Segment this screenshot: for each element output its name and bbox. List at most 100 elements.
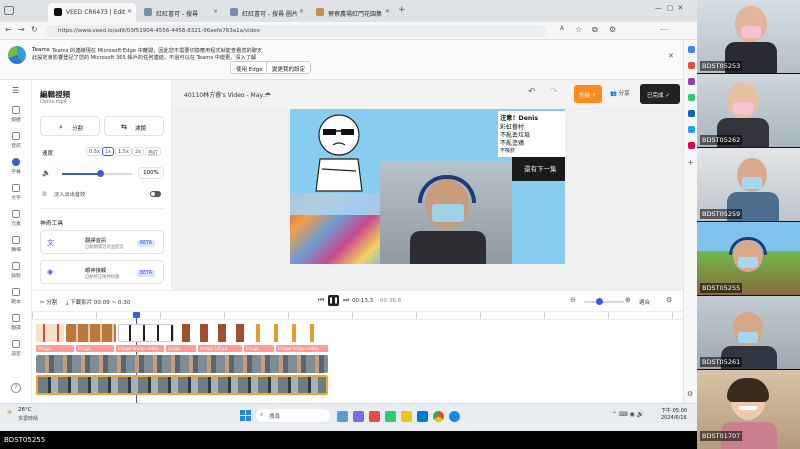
extensions-icon[interactable]: ⚙ bbox=[609, 25, 616, 34]
clip-label[interactable]: Image GIF.gif bbox=[198, 345, 242, 352]
close-icon[interactable]: ✕ bbox=[127, 8, 132, 15]
zoom-slider-handle[interactable] bbox=[596, 298, 603, 305]
profile-icon[interactable] bbox=[4, 6, 14, 15]
read-aloud-icon[interactable]: A bbox=[560, 25, 564, 32]
store-icon[interactable] bbox=[417, 411, 428, 422]
close-icon[interactable]: ✕ bbox=[385, 8, 390, 15]
eye-contact-tool[interactable]: ◉ 眼神接觸 自動修正眼神接觸 BETA bbox=[40, 260, 164, 284]
add-icon[interactable]: + bbox=[687, 158, 694, 167]
tab-search-2[interactable]: 紅紅書可 - 搜尋 圖片 ✕ bbox=[224, 3, 308, 22]
close-icon[interactable]: ✕ bbox=[299, 8, 304, 15]
favorite-icon[interactable]: ☆ bbox=[575, 25, 582, 34]
clock-time[interactable]: 下午 05:00 bbox=[661, 407, 687, 414]
redo-icon[interactable]: ↷ bbox=[550, 87, 558, 97]
tools-icon[interactable] bbox=[688, 78, 695, 85]
app-icon[interactable] bbox=[385, 411, 396, 422]
teams-icon[interactable] bbox=[353, 411, 364, 422]
drop-icon[interactable] bbox=[688, 142, 695, 149]
clock-date[interactable]: 2024/6/16 bbox=[661, 415, 687, 421]
system-tray-icons[interactable]: ⌃ ⌨ ◉ 🔊 bbox=[612, 411, 644, 418]
new-tab-icon[interactable]: + bbox=[398, 5, 406, 15]
close-icon[interactable]: ✕ bbox=[668, 52, 674, 60]
tab-veed[interactable]: VEED CR6473 | Edit ✕ bbox=[48, 3, 136, 22]
clip-image[interactable] bbox=[248, 324, 328, 342]
settings-icon[interactable]: ⚙ bbox=[687, 390, 693, 398]
split-tool[interactable]: ✂ 分割 bbox=[40, 298, 57, 306]
start-button[interactable] bbox=[240, 410, 251, 421]
rail-item-elements[interactable]: 元素 bbox=[0, 210, 32, 227]
rail-item-record[interactable]: 錄製 bbox=[0, 262, 32, 279]
shopping-icon[interactable] bbox=[688, 62, 695, 69]
change-settings-button[interactable]: 變更我的設定 bbox=[266, 61, 312, 74]
zoom-slider[interactable] bbox=[584, 298, 624, 305]
volume-slider[interactable] bbox=[62, 170, 132, 177]
hamburger-icon[interactable]: ☰ bbox=[12, 86, 19, 95]
task-view-icon[interactable] bbox=[337, 411, 348, 422]
participant-tile[interactable]: BDST01707 bbox=[697, 370, 800, 449]
participant-tile[interactable]: BDST05259 bbox=[697, 148, 800, 221]
menu-icon[interactable]: ⋯ bbox=[660, 25, 668, 34]
done-button[interactable]: 已完成 ✓ bbox=[640, 84, 680, 104]
zoom-out-icon[interactable]: ⊖ bbox=[570, 296, 576, 304]
volume-value[interactable]: 100% bbox=[138, 167, 164, 179]
fit-button[interactable]: 適合 bbox=[639, 298, 650, 306]
timeline-settings-icon[interactable]: ⚙ bbox=[666, 296, 672, 304]
split-button[interactable]: ⌕ 分割 bbox=[40, 116, 100, 136]
rail-item-transitions[interactable]: 轉場 bbox=[0, 236, 32, 253]
upgrade-button[interactable]: 升級 ⚡ bbox=[574, 85, 602, 103]
zoom-in-icon[interactable]: ⊕ bbox=[625, 296, 631, 304]
clip-image[interactable] bbox=[176, 324, 246, 342]
edge-icon[interactable] bbox=[449, 411, 460, 422]
close-icon[interactable]: ✕ bbox=[213, 8, 218, 15]
clip-image[interactable] bbox=[66, 324, 116, 342]
clip-label[interactable]: Image Image video bbox=[276, 345, 328, 352]
use-edge-button[interactable]: 使用 Edge bbox=[230, 61, 269, 74]
participant-tile[interactable]: BDST05255 bbox=[697, 222, 800, 295]
rail-item-audio[interactable]: 音訊 bbox=[0, 132, 32, 149]
video-preview[interactable]: 注意！Denis 彩虹眷村 不亂丟垃圾 不亂塗鴉 不吸菸 還有下一集 bbox=[290, 109, 565, 264]
skip-forward-icon[interactable]: ⏭ bbox=[343, 296, 349, 305]
weather-icon[interactable]: ☀ bbox=[6, 408, 13, 417]
clip-image[interactable] bbox=[36, 324, 64, 342]
clip-label[interactable]: Image bbox=[36, 345, 74, 352]
translate-audio-tool[interactable]: 文 翻譯音訊 自動翻譯音訊並配音 BETA bbox=[40, 230, 164, 254]
download-range[interactable]: ⤓ 下載影片 00:09 ~ 0:30 bbox=[66, 298, 130, 307]
url-field[interactable]: https://www.veed.io/edit/03f51904-4556-4… bbox=[46, 25, 546, 37]
project-title[interactable]: 40110林方睿's Video - May... bbox=[184, 90, 268, 99]
outlook-icon[interactable] bbox=[688, 126, 695, 133]
office-icon[interactable] bbox=[688, 110, 695, 117]
collections-icon[interactable]: ⧉ bbox=[592, 25, 598, 35]
rail-item-settings[interactable]: 設定 bbox=[0, 340, 32, 357]
rail-item-templates[interactable]: 範本 bbox=[0, 288, 32, 305]
clip-label[interactable]: Image bbox=[76, 345, 114, 352]
rail-item-translate[interactable]: 翻譯 bbox=[0, 314, 32, 331]
clip-video-selected[interactable] bbox=[36, 375, 328, 395]
clip-label[interactable]: Image bbox=[166, 345, 196, 352]
participant-tile[interactable]: BDST05253 bbox=[697, 0, 800, 73]
app-icon[interactable] bbox=[369, 411, 380, 422]
reload-icon[interactable]: ↻ bbox=[31, 25, 38, 34]
chrome-icon[interactable] bbox=[433, 411, 444, 422]
fade-toggle[interactable] bbox=[150, 191, 161, 197]
rail-item-subtitles[interactable]: 字幕 bbox=[0, 158, 32, 175]
help-icon[interactable]: ? bbox=[11, 383, 21, 393]
weather-temp[interactable]: 26°C bbox=[18, 407, 32, 413]
undo-icon[interactable]: ↶ bbox=[528, 87, 536, 97]
file-explorer-icon[interactable] bbox=[401, 411, 412, 422]
skip-back-icon[interactable]: ⏮ bbox=[318, 296, 324, 305]
volume-slider-handle[interactable] bbox=[97, 170, 104, 177]
forward-icon[interactable]: → bbox=[18, 25, 25, 34]
clip-label[interactable]: Image Image video bbox=[116, 345, 164, 352]
participant-tile[interactable]: BDST05262 bbox=[697, 74, 800, 147]
window-controls[interactable]: — ▢ ✕ bbox=[655, 4, 683, 12]
rail-item-text[interactable]: 文字 bbox=[0, 184, 32, 201]
adjust-button[interactable]: ⇆ 濾鏡 bbox=[104, 116, 164, 136]
tab-garden[interactable]: 寮寮農場紅門花園集 ✕ bbox=[310, 3, 394, 22]
share-button[interactable]: 👥 分享 bbox=[610, 89, 630, 97]
participant-tile[interactable]: BDST05261 bbox=[697, 296, 800, 369]
clip-image[interactable] bbox=[118, 324, 174, 342]
back-icon[interactable]: ← bbox=[5, 25, 12, 34]
tab-search-1[interactable]: 紅紅書可 - 搜尋 ✕ bbox=[138, 3, 222, 22]
taskbar-search[interactable]: ⌕ 搜尋 bbox=[256, 409, 330, 422]
rail-item-media[interactable]: 媒體 bbox=[0, 106, 32, 123]
